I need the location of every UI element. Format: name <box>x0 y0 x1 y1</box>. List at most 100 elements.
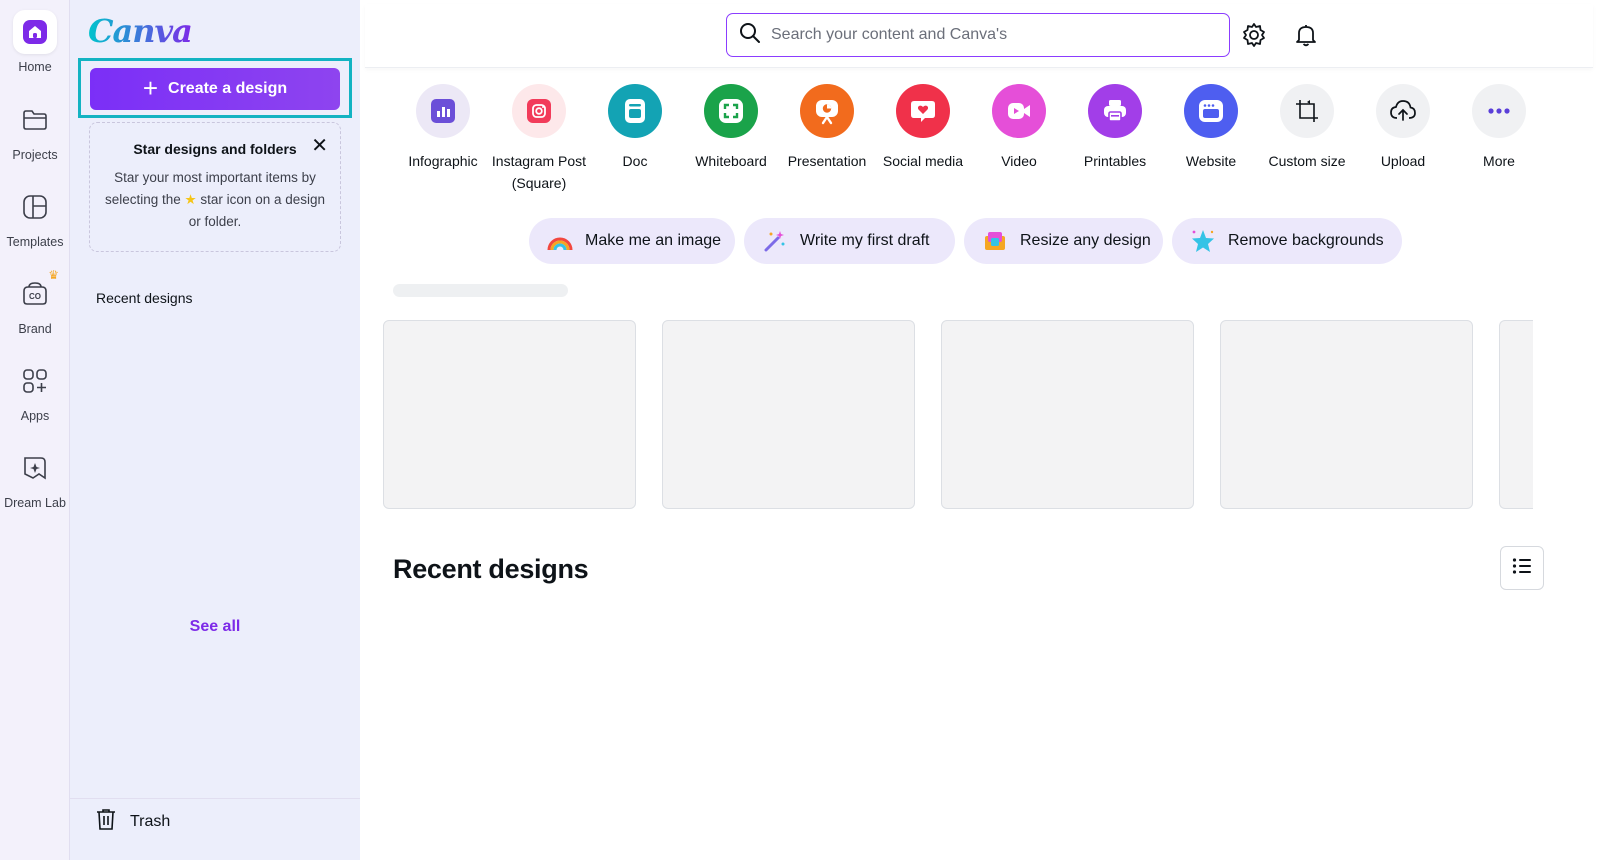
rail-item-home[interactable]: Home <box>0 10 70 90</box>
design-type-printables[interactable]: Printables <box>1065 84 1165 172</box>
pill-resize-design[interactable]: Resize any design <box>964 218 1163 264</box>
star-card-body: Star your most important items by select… <box>100 167 330 233</box>
settings-gear-icon[interactable] <box>1241 22 1267 48</box>
design-type-video[interactable]: Video <box>969 84 1069 172</box>
search-icon <box>739 22 761 49</box>
design-type-whiteboard[interactable]: Whiteboard <box>681 84 781 172</box>
create-design-button[interactable]: + Create a design <box>90 68 340 110</box>
star-sparkle-icon <box>1190 228 1216 254</box>
magic-wand-icon <box>762 228 788 254</box>
trash-button[interactable]: Trash <box>96 808 170 835</box>
video-icon <box>992 84 1046 138</box>
design-type-more[interactable]: More <box>1449 84 1549 172</box>
design-type-label: Video <box>1001 153 1037 169</box>
design-type-label: Social media <box>882 153 964 169</box>
design-type-upload[interactable]: Upload <box>1353 84 1453 172</box>
rail-item-brand[interactable]: CO ♛ Brand <box>0 268 70 352</box>
svg-text:CO: CO <box>29 292 41 301</box>
rail-item-projects[interactable]: Projects <box>0 98 70 178</box>
design-type-instagram-post[interactable]: Instagram Post (Square) <box>489 84 589 194</box>
pill-label: Remove backgrounds <box>1228 232 1384 249</box>
design-type-row: Infographic Instagram Post (Square) Doc … <box>393 84 1573 194</box>
rail-label-apps: Apps <box>20 409 50 423</box>
rail-label-dream-lab: Dream Lab <box>4 496 66 510</box>
pill-make-image[interactable]: Make me an image <box>529 218 735 264</box>
rail-label-templates: Templates <box>6 235 64 249</box>
more-icon <box>1472 84 1526 138</box>
social-media-icon <box>896 84 950 138</box>
resize-icon <box>982 228 1008 254</box>
list-view-button[interactable] <box>1500 546 1544 590</box>
website-icon <box>1184 84 1238 138</box>
infographic-icon <box>416 84 470 138</box>
star-designs-card: ✕ Star designs and folders Star your mos… <box>89 122 341 252</box>
main-content: Infographic Instagram Post (Square) Doc … <box>365 4 1593 860</box>
rail-label-brand: Brand <box>18 322 52 336</box>
design-type-label: Upload <box>1380 153 1426 169</box>
design-type-custom-size[interactable]: Custom size <box>1257 84 1357 172</box>
doc-icon <box>608 84 662 138</box>
brand-icon: CO ♛ <box>13 268 59 316</box>
whiteboard-icon <box>704 84 758 138</box>
upload-icon <box>1376 84 1430 138</box>
design-type-label: Printables <box>1083 153 1147 169</box>
trash-label: Trash <box>130 812 171 830</box>
design-card-placeholder[interactable] <box>1220 320 1473 509</box>
rail-label-projects: Projects <box>12 148 58 162</box>
design-type-social-media[interactable]: Social media <box>873 84 973 172</box>
design-card-placeholder[interactable] <box>383 320 636 509</box>
pill-label: Write my first draft <box>800 232 930 249</box>
create-design-highlight: + Create a design <box>78 58 352 118</box>
list-view-icon <box>1512 557 1532 580</box>
loading-skeleton-line <box>393 284 568 297</box>
pill-label: Resize any design <box>1020 232 1151 249</box>
rail-item-templates[interactable]: Templates <box>0 185 70 265</box>
design-type-presentation[interactable]: Presentation <box>777 84 877 172</box>
rail-item-dream-lab[interactable]: Dream Lab <box>0 446 70 526</box>
design-type-infographic[interactable]: Infographic <box>393 84 493 172</box>
design-type-doc[interactable]: Doc <box>585 84 685 172</box>
design-type-label: Doc <box>622 153 648 169</box>
star-icon: ★ <box>184 192 197 207</box>
recent-designs-heading: Recent designs <box>393 554 589 584</box>
custom-size-icon <box>1280 84 1334 138</box>
design-type-label: Website <box>1185 153 1237 169</box>
design-card-placeholder[interactable] <box>662 320 915 509</box>
star-card-title: Star designs and folders <box>133 141 297 157</box>
pill-label: Make me an image <box>585 232 722 249</box>
pill-write-draft[interactable]: Write my first draft <box>744 218 955 264</box>
printables-icon <box>1088 84 1142 138</box>
create-design-label: Create a design <box>168 80 288 97</box>
design-type-website[interactable]: Website <box>1161 84 1261 172</box>
rainbow-icon <box>547 228 573 254</box>
side-panel: Canva + Create a design ✕ Star designs a… <box>70 0 360 860</box>
left-rail: Home Projects Templates CO ♛ Brand Apps … <box>0 0 70 860</box>
templates-icon <box>13 185 57 229</box>
pill-remove-backgrounds[interactable]: Remove backgrounds <box>1172 218 1402 264</box>
design-type-label: Whiteboard <box>695 153 767 169</box>
design-type-label: More <box>1483 153 1515 169</box>
recent-designs-label: Recent designs <box>96 290 193 306</box>
design-card-placeholder[interactable] <box>1499 320 1533 509</box>
instagram-icon <box>512 84 566 138</box>
crown-icon: ♛ <box>48 268 59 282</box>
rail-label-home: Home <box>18 60 52 74</box>
design-type-label: Custom size <box>1268 153 1346 169</box>
design-card-placeholder[interactable] <box>941 320 1194 509</box>
see-all-link[interactable]: See all <box>70 618 360 636</box>
top-bar <box>365 4 1593 68</box>
canva-logo[interactable]: Canva <box>88 12 193 50</box>
rail-item-apps[interactable]: Apps <box>0 359 70 439</box>
close-icon[interactable]: ✕ <box>311 133 328 158</box>
folder-icon <box>13 98 57 142</box>
divider <box>70 798 360 799</box>
search-input[interactable] <box>771 26 1211 44</box>
presentation-icon <box>800 84 854 138</box>
design-type-label: Instagram Post (Square) <box>491 153 587 191</box>
home-icon <box>13 10 57 54</box>
plus-icon: + <box>142 73 159 103</box>
design-type-label: Presentation <box>787 153 867 169</box>
notifications-bell-icon[interactable] <box>1293 22 1319 48</box>
search-box[interactable] <box>726 13 1230 57</box>
apps-icon <box>13 359 57 403</box>
